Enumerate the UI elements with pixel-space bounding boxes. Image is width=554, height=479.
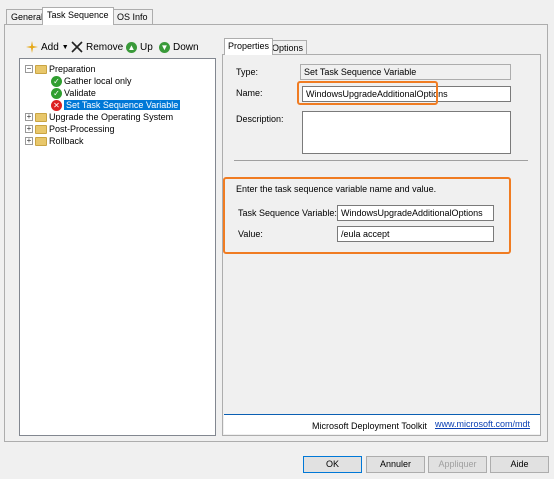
folder-icon xyxy=(35,136,47,146)
up-button[interactable]: ▲ Up xyxy=(126,40,153,54)
down-arrow-icon: ▼ xyxy=(159,41,170,53)
help-button[interactable]: Aide xyxy=(490,456,549,473)
task-sequence-tree[interactable]: − Preparation ✓ Gather local only ✓ Vali… xyxy=(19,58,216,436)
value-field[interactable]: /eula accept xyxy=(337,226,494,242)
tree-item-post-processing[interactable]: + Post-Processing xyxy=(25,123,115,135)
ok-button[interactable]: OK xyxy=(303,456,362,473)
tree-item-rollback[interactable]: + Rollback xyxy=(25,135,84,147)
sparkle-icon xyxy=(26,41,38,53)
tree-item-upgrade-os[interactable]: + Upgrade the Operating System xyxy=(25,111,173,123)
mdt-link[interactable]: www.microsoft.com/mdt xyxy=(435,419,530,429)
remove-x-icon xyxy=(71,41,83,53)
mdt-footer: Microsoft Deployment Toolkit www.microso… xyxy=(224,414,540,434)
error-icon: ✕ xyxy=(51,99,62,111)
check-icon: ✓ xyxy=(51,75,62,87)
expand-icon[interactable]: + xyxy=(25,113,33,121)
apply-button[interactable]: Appliquer xyxy=(428,456,487,473)
tree-item-label: Post-Processing xyxy=(49,124,115,134)
check-icon: ✓ xyxy=(51,87,62,99)
name-label: Name: xyxy=(236,88,263,98)
collapse-icon[interactable]: − xyxy=(25,65,33,73)
tree-item-label: Preparation xyxy=(49,64,96,74)
mdt-brand-text: Microsoft Deployment Toolkit xyxy=(312,421,427,431)
up-label: Up xyxy=(140,41,153,53)
tree-item-label: Set Task Sequence Variable xyxy=(64,100,181,110)
tree-item-label: Gather local only xyxy=(64,76,132,86)
add-button[interactable]: Add ▼ xyxy=(26,40,69,54)
tab-os-info[interactable]: OS Info xyxy=(112,9,153,24)
instruction-text: Enter the task sequence variable name an… xyxy=(236,184,437,194)
tab-task-sequence[interactable]: Task Sequence xyxy=(42,7,114,25)
down-label: Down xyxy=(173,41,199,53)
cancel-button[interactable]: Annuler xyxy=(366,456,425,473)
task-sequence-variable-field[interactable]: WindowsUpgradeAdditionalOptions xyxy=(337,205,494,221)
description-field[interactable] xyxy=(302,111,511,154)
expand-icon[interactable]: + xyxy=(25,125,33,133)
folder-icon xyxy=(35,64,47,74)
tab-properties[interactable]: Properties xyxy=(224,38,274,55)
tree-item-preparation[interactable]: − Preparation xyxy=(25,63,96,75)
remove-label: Remove xyxy=(86,41,124,53)
folder-icon xyxy=(35,112,47,122)
expand-icon[interactable]: + xyxy=(25,137,33,145)
tree-item-set-task-sequence-variable[interactable]: ✕ Set Task Sequence Variable xyxy=(51,99,181,111)
dropdown-arrow-icon: ▼ xyxy=(61,43,69,51)
down-button[interactable]: ▼ Down xyxy=(159,40,199,54)
divider xyxy=(234,160,528,161)
tree-item-label: Rollback xyxy=(49,136,84,146)
tree-item-label: Upgrade the Operating System xyxy=(49,112,174,122)
tree-item-gather[interactable]: ✓ Gather local only xyxy=(51,75,132,87)
type-label: Type: xyxy=(236,67,259,77)
folder-icon xyxy=(35,124,47,134)
tab-options[interactable]: Options xyxy=(268,40,308,55)
type-value: Set Task Sequence Variable xyxy=(300,64,511,80)
add-label: Add xyxy=(41,41,59,53)
value-label: Value: xyxy=(238,229,263,239)
remove-button[interactable]: Remove xyxy=(71,40,123,54)
tree-item-validate[interactable]: ✓ Validate xyxy=(51,87,96,99)
description-label: Description: xyxy=(236,114,284,124)
tsv-label: Task Sequence Variable: xyxy=(238,208,337,218)
name-highlight-box xyxy=(297,81,438,105)
tree-item-label: Validate xyxy=(64,88,96,98)
up-arrow-icon: ▲ xyxy=(126,41,137,53)
